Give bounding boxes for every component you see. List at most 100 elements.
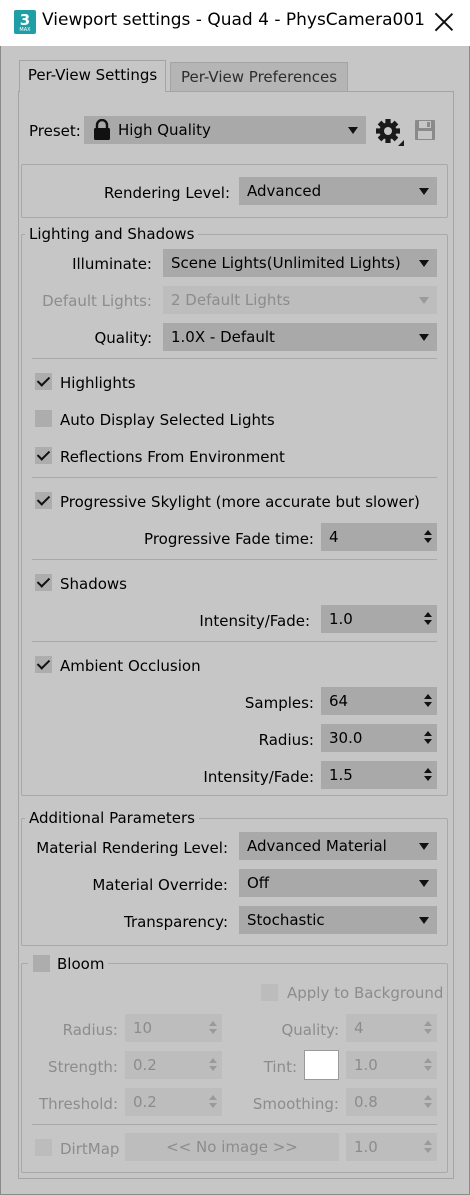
material-override-label: Material Override: [92,876,228,894]
bloom-radius-label: Radius: [62,1021,118,1039]
ambient-occlusion-label: Ambient Occlusion [60,657,201,675]
dirtmap-image-button[interactable]: << No image >> [125,1133,339,1161]
spinner-up-icon[interactable] [424,530,432,535]
bloom-checkbox[interactable] [33,955,50,972]
spinner-down-icon[interactable] [209,1103,217,1108]
bloom-quality-spinner[interactable]: 4 [346,1014,437,1042]
tab-per-view-preferences[interactable]: Per-View Preferences [170,62,348,92]
bloom-label: Bloom [57,955,105,973]
rendering-level-label: Rendering Level: [103,184,230,202]
spinner-up-icon[interactable] [424,612,432,617]
bloom-smoothing-spinner[interactable]: 0.8 [346,1088,437,1116]
spinner-down-icon[interactable] [424,1029,432,1034]
apply-to-background-checkbox[interactable] [261,984,278,1001]
preset-dropdown[interactable]: High Quality [84,116,366,144]
spinner-up-icon[interactable] [424,768,432,773]
chevron-down-icon [419,334,429,341]
ambient-occlusion-checkbox[interactable] [35,656,52,673]
shadow-intensity-spinner[interactable]: 1.0 [321,605,437,633]
bloom-tint-label: Tint: [263,1058,297,1076]
gear-icon[interactable] [375,118,405,148]
transparency-dropdown[interactable]: Stochastic [239,906,437,934]
material-level-value: Advanced Material [247,837,387,855]
spinner-down-icon[interactable] [424,1066,432,1071]
ao-intensity-label: Intensity/Fade: [203,768,314,786]
fade-time-value: 4 [329,528,339,546]
quality-dropdown[interactable]: 1.0X - Default [163,323,437,351]
transparency-label: Transparency: [123,913,228,931]
spinner-down-icon[interactable] [424,776,432,781]
spinner-up-icon[interactable] [424,731,432,736]
material-level-label: Material Rendering Level: [36,839,228,857]
spinner-down-icon[interactable] [424,1148,432,1153]
fade-time-label: Progressive Fade time: [144,530,314,548]
dirtmap-label: DirtMap [60,1140,120,1158]
chevron-down-icon [419,297,429,304]
bloom-quality-value: 4 [354,1019,364,1037]
shadow-intensity-value: 1.0 [329,610,353,628]
dirtmap-checkbox[interactable] [35,1139,52,1156]
ao-radius-spinner[interactable]: 30.0 [321,724,437,752]
highlights-label: Highlights [60,374,136,392]
spinner-down-icon[interactable] [424,620,432,625]
material-level-dropdown[interactable]: Advanced Material [239,832,437,860]
rendering-level-dropdown[interactable]: Advanced [239,177,437,205]
spinner-down-icon[interactable] [209,1029,217,1034]
tint-color-swatch[interactable] [304,1050,339,1080]
bloom-radius-spinner[interactable]: 10 [125,1014,222,1042]
progressive-skylight-label: Progressive Skylight (more accurate but … [60,493,420,511]
transparency-value: Stochastic [247,911,325,929]
close-icon[interactable] [432,10,456,34]
reflections-label: Reflections From Environment [60,448,285,466]
divider [32,641,437,642]
quality-value: 1.0X - Default [171,328,275,346]
save-icon[interactable] [414,119,436,141]
samples-value: 64 [329,692,349,710]
spinner-up-icon[interactable] [424,1021,432,1026]
progressive-skylight-checkbox[interactable] [35,492,52,509]
dirtmap-spinner[interactable]: 1.0 [346,1133,437,1161]
samples-spinner[interactable]: 64 [321,687,437,715]
illuminate-label: Illuminate: [72,255,152,273]
spinner-up-icon[interactable] [424,1058,432,1063]
bloom-tint-value: 1.0 [354,1056,378,1074]
chevron-down-icon [348,127,358,134]
bloom-quality-label: Quality: [281,1021,339,1039]
ao-radius-label: Radius: [258,731,314,749]
app-icon-subtext: MAX [19,27,31,33]
spinner-down-icon[interactable] [424,538,432,543]
spinner-up-icon[interactable] [424,1140,432,1145]
spinner-down-icon[interactable] [424,739,432,744]
material-override-dropdown[interactable]: Off [239,869,437,897]
divider [32,1124,437,1125]
tab-per-view-settings[interactable]: Per-View Settings [19,60,166,92]
bloom-radius-value: 10 [133,1019,153,1037]
illuminate-dropdown[interactable]: Scene Lights(Unlimited Lights) [163,249,437,277]
default-lights-dropdown[interactable]: 2 Default Lights [163,286,437,314]
ao-intensity-spinner[interactable]: 1.5 [321,761,437,789]
bloom-tint-spinner[interactable]: 1.0 [346,1051,437,1079]
lock-icon [94,119,110,140]
spinner-down-icon[interactable] [209,1066,217,1071]
spinner-up-icon[interactable] [209,1058,217,1063]
divider [32,559,437,560]
bloom-threshold-spinner[interactable]: 0.2 [125,1088,222,1116]
shadows-checkbox[interactable] [35,574,52,591]
spinner-up-icon[interactable] [209,1095,217,1100]
shadows-label: Shadows [60,575,128,593]
preset-label: Preset: [29,122,81,140]
reflections-checkbox[interactable] [35,447,52,464]
default-lights-label: Default Lights: [42,292,152,310]
spinner-up-icon[interactable] [209,1021,217,1026]
bloom-strength-spinner[interactable]: 0.2 [125,1051,222,1079]
spinner-up-icon[interactable] [424,1095,432,1100]
ao-intensity-value: 1.5 [329,766,353,784]
spinner-down-icon[interactable] [424,1103,432,1108]
fade-time-spinner[interactable]: 4 [321,523,437,551]
chevron-down-icon [419,260,429,267]
auto-display-checkbox[interactable] [35,410,52,427]
highlights-checkbox[interactable] [35,373,52,390]
spinner-up-icon[interactable] [424,694,432,699]
spinner-down-icon[interactable] [424,702,432,707]
chevron-down-icon [419,188,429,195]
